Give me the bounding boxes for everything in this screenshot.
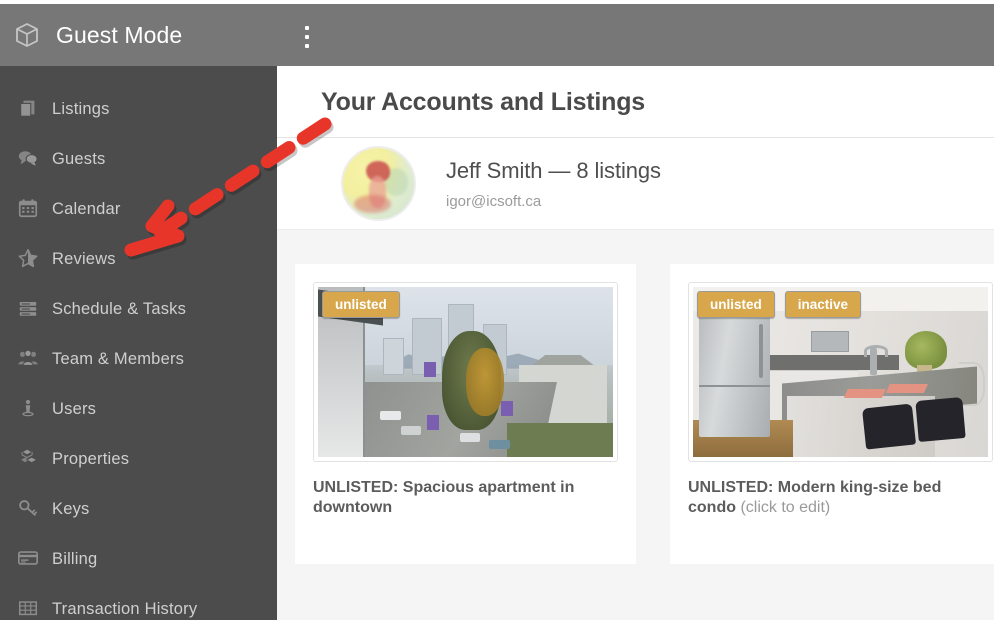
sidebar-item-label: Keys [52, 499, 90, 518]
page-title: Your Accounts and Listings [321, 88, 645, 116]
sidebar-item-calendar[interactable]: Calendar [0, 184, 277, 234]
app-title: Guest Mode [56, 21, 183, 48]
avatar [341, 146, 416, 221]
sidebar-item-label: Guests [52, 149, 106, 168]
cube-icon [14, 22, 40, 48]
listing-title-suffix: (click to edit) [736, 499, 831, 517]
sidebar-item-label: Transaction History [52, 599, 198, 618]
status-badge: unlisted [697, 291, 775, 318]
boxes-stack-icon [16, 447, 42, 471]
star-half-icon [16, 247, 42, 271]
sidebar-item-reviews[interactable]: Reviews [0, 234, 277, 284]
kebab-menu-icon[interactable] [298, 26, 316, 48]
listing-thumbnail[interactable]: unlisted inactive [688, 282, 993, 462]
user-pedestal-icon [16, 397, 42, 421]
sidebar-item-label: Reviews [52, 249, 116, 268]
sidebar-item-billing[interactable]: Billing [0, 534, 277, 584]
sidebar-item-guests[interactable]: Guests [0, 134, 277, 184]
main-content: Your Accounts and Listings Jeff Smith — … [277, 66, 994, 620]
sidebar-item-properties[interactable]: Properties [0, 434, 277, 484]
listing-thumbnail[interactable]: unlisted [313, 282, 618, 462]
app-window: Guest Mode Listings Guests Calendar Revi… [0, 0, 994, 620]
sidebar-item-label: Calendar [52, 199, 121, 218]
calendar-icon [16, 197, 42, 221]
listing-card[interactable]: unlisted inactive UNLISTED: Modern king-… [670, 264, 994, 564]
sidebar-item-label: Team & Members [52, 349, 185, 368]
sidebar-item-label: Billing [52, 549, 98, 568]
listing-title[interactable]: UNLISTED: Modern king-size bed condo (cl… [688, 478, 993, 519]
listing-cards: unlisted UNLISTED: Spacious apartment in… [277, 230, 994, 564]
status-badge: unlisted [322, 291, 400, 318]
key-icon [16, 497, 42, 521]
brand-area[interactable]: Guest Mode [0, 4, 182, 66]
account-summary-row[interactable]: Jeff Smith — 8 listings igor@icsoft.ca [277, 138, 994, 230]
sidebar-item-team-members[interactable]: Team & Members [0, 334, 277, 384]
badge-group: unlisted inactive [697, 291, 862, 318]
list-rows-icon [16, 297, 42, 321]
badge-group: unlisted [322, 291, 400, 318]
sidebar-item-schedule-tasks[interactable]: Schedule & Tasks [0, 284, 277, 334]
account-text: Jeff Smith — 8 listings igor@icsoft.ca [446, 158, 661, 210]
top-header-bar: Guest Mode [0, 4, 994, 66]
grid-table-icon [16, 597, 42, 620]
sidebar-nav: Listings Guests Calendar Reviews Schedul… [0, 66, 277, 620]
account-name: Jeff Smith — 8 listings [446, 157, 661, 183]
chat-bubbles-icon [16, 147, 42, 171]
people-group-icon [16, 347, 42, 371]
sidebar-item-listings[interactable]: Listings [0, 84, 277, 134]
sidebar-item-users[interactable]: Users [0, 384, 277, 434]
sidebar-item-label: Properties [52, 449, 130, 468]
listing-card[interactable]: unlisted UNLISTED: Spacious apartment in… [295, 264, 636, 564]
sidebar-item-label: Listings [52, 99, 110, 118]
credit-card-icon [16, 547, 42, 571]
listing-title[interactable]: UNLISTED: Spacious apartment in downtown [313, 478, 618, 519]
status-badge: inactive [784, 291, 862, 318]
account-email: igor@icsoft.ca [446, 192, 542, 210]
sidebar-item-label: Schedule & Tasks [52, 299, 187, 318]
sidebar-item-label: Users [52, 399, 97, 418]
sidebar-item-transaction-history[interactable]: Transaction History [0, 584, 277, 620]
sidebar-item-keys[interactable]: Keys [0, 484, 277, 534]
listing-title-text: UNLISTED: Spacious apartment in downtown [313, 479, 575, 517]
pages-stack-icon [16, 97, 42, 121]
page-header: Your Accounts and Listings [277, 66, 994, 138]
